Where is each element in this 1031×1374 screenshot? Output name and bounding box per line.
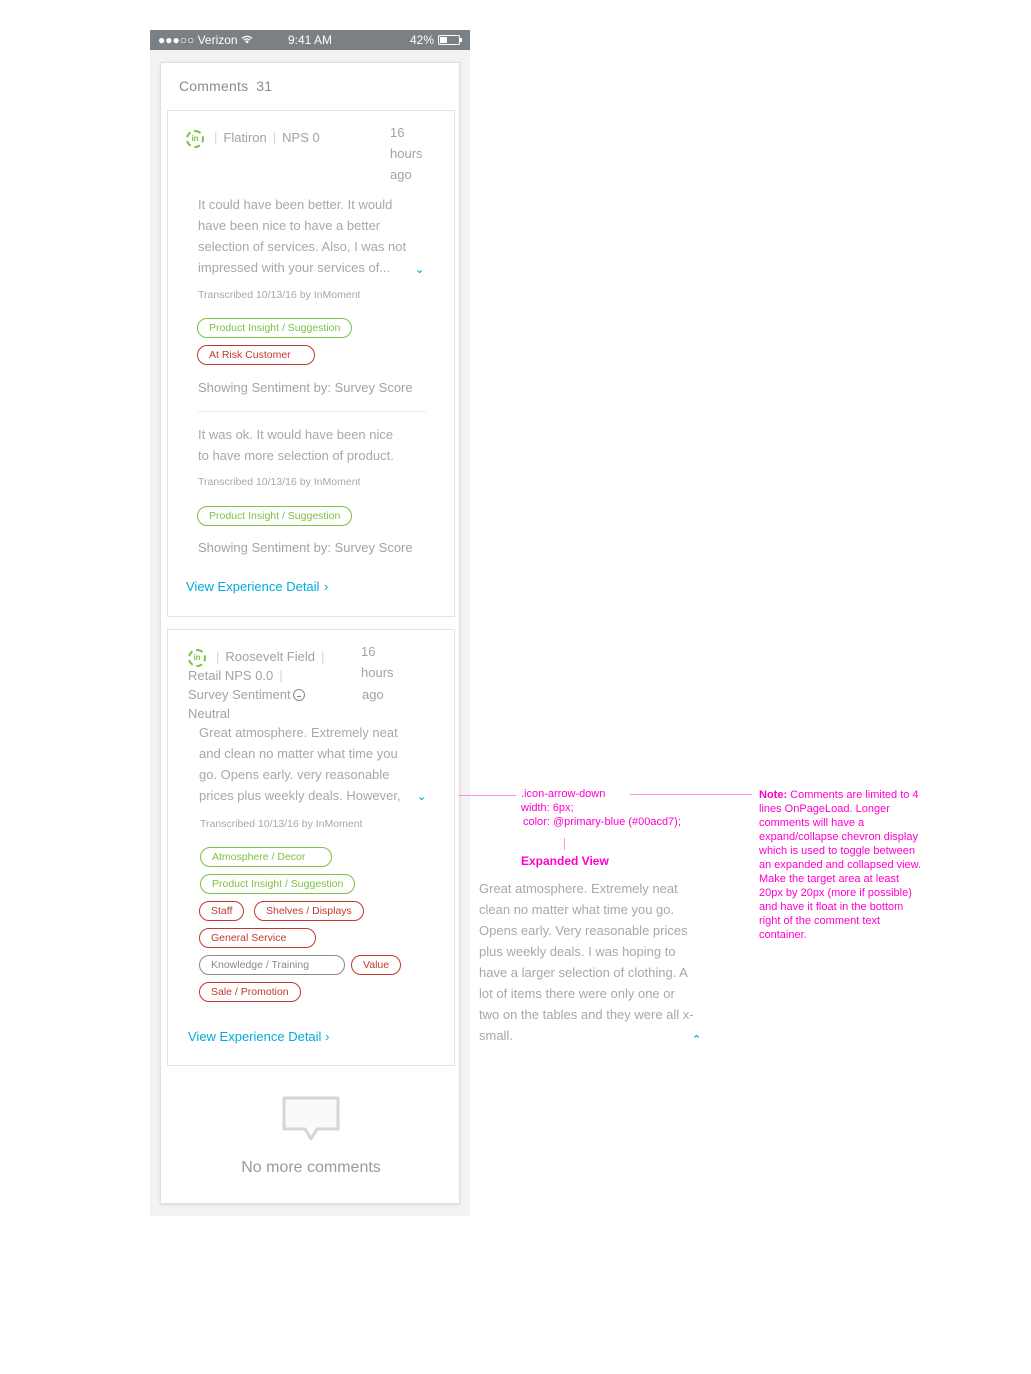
expanded-view-text: Great atmosphere. Extremely neat clean n…	[479, 881, 694, 1043]
icon-spec-annotation: .icon-arrow-down width: 6px; color: @pri…	[521, 788, 681, 828]
chevron-down-icon[interactable]: ⌄	[415, 265, 424, 276]
chevron-right-icon: ›	[325, 1029, 330, 1044]
wifi-icon	[241, 35, 253, 44]
inmoment-logo-icon: in	[186, 130, 204, 148]
tag[interactable]: Shelves / Displays	[254, 901, 364, 921]
comment-text: It was ok. It would have been nice to ha…	[198, 427, 394, 463]
survey-sentiment-label: Survey Sentiment	[188, 687, 291, 702]
time-ago: 16 hours ago	[390, 125, 423, 182]
tag[interactable]: Product Insight / Suggestion	[200, 874, 356, 894]
tag[interactable]: Staff	[199, 901, 245, 921]
tag[interactable]: At Risk Customer	[197, 345, 315, 365]
comment-card: in | Flatiron | NPS 0 16 hours ago It could…	[167, 110, 455, 617]
separator: |	[321, 649, 325, 664]
time-ago-suffix: ago	[362, 687, 384, 702]
location-name: Flatiron	[223, 130, 267, 145]
separator: |	[214, 130, 218, 145]
retail-nps: Retail NPS 0.0	[188, 668, 274, 683]
separator: |	[272, 130, 277, 145]
separator: |	[279, 668, 283, 683]
comments-panel: Comments 31 in | Flatiron | NPS 0 16 hours a…	[160, 62, 460, 1204]
chevron-up-icon[interactable]: ⌃	[692, 1033, 701, 1046]
sentiment-label: Showing Sentiment by: Survey Score	[198, 380, 413, 395]
annotation-line	[564, 838, 565, 850]
sentiment-value: Neutral	[188, 706, 230, 721]
nps-score: NPS 0	[282, 130, 320, 145]
card-meta: | Flatiron | NPS 0	[208, 128, 320, 147]
comment-card: in | Roosevelt Field | Retail NPS 0.0 | Sur…	[167, 629, 455, 1066]
view-experience-detail-link[interactable]: View Experience Detail	[186, 579, 330, 594]
location-name: Roosevelt Field	[225, 649, 315, 664]
tag[interactable]: Product Insight / Suggestion	[197, 318, 353, 338]
tag[interactable]: Value	[351, 955, 402, 975]
transcribed-label: Transcribed 10/13/16 by InMoment	[198, 289, 361, 301]
time-ago: 16 hours .	[361, 644, 394, 680]
view-experience-detail-link[interactable]: View Experience Detail ›	[188, 1029, 329, 1044]
empty-state-text: No more comments	[241, 1159, 381, 1176]
transcribed-label: Transcribed 10/13/16 by InMoment	[198, 476, 361, 488]
panel-header: Comments 31	[179, 78, 272, 94]
comment-text: It could have been better. It would have…	[198, 197, 407, 275]
battery-indicator: 42%	[410, 33, 463, 47]
expanded-view-title: Expanded View	[521, 854, 609, 868]
transcribed-label: Transcribed 10/13/16 by InMoment	[200, 818, 363, 830]
note-annotation: Note: Comments are limited to 4 lines On…	[759, 788, 925, 942]
neutral-face-icon	[292, 689, 305, 701]
card-meta: | Roosevelt Field | Retail NPS 0.0 | Survey…	[188, 647, 348, 723]
tag[interactable]: Knowledge / Training	[199, 955, 345, 975]
divider	[198, 411, 426, 412]
note-text: Comments are limited to 4 lines OnPageLo…	[759, 789, 922, 941]
clock: 9:41 AM	[288, 33, 333, 47]
separator: |	[216, 649, 220, 664]
carrier-label: ●●●○○ Verizon	[158, 33, 253, 47]
chevron-right-icon[interactable]: ›	[324, 579, 328, 594]
panel-title: Comments	[179, 78, 249, 94]
tag[interactable]: Sale / Promotion	[199, 982, 301, 1002]
sentiment-label: Showing Sentiment by: Survey Score	[198, 540, 413, 555]
speech-bubble-icon	[282, 1096, 340, 1141]
tag[interactable]: Atmosphere / Decor	[200, 847, 332, 867]
comment-count: 31	[256, 78, 273, 94]
annotation-line	[458, 795, 516, 796]
tag[interactable]: Product Insight / Suggestion	[197, 506, 353, 526]
chevron-down-icon[interactable]: ⌄	[417, 792, 426, 803]
tag[interactable]: General Service	[199, 928, 316, 948]
battery-icon	[438, 35, 463, 45]
phone-screen: ●●●○○ Verizon 9:41 AM 42% Comments 31 in …	[150, 30, 470, 1216]
note-label: Note:	[759, 789, 788, 801]
comment-text: Great atmosphere. Extremely neat and cle…	[199, 725, 401, 803]
status-bar: ●●●○○ Verizon 9:41 AM 42%	[150, 30, 470, 50]
